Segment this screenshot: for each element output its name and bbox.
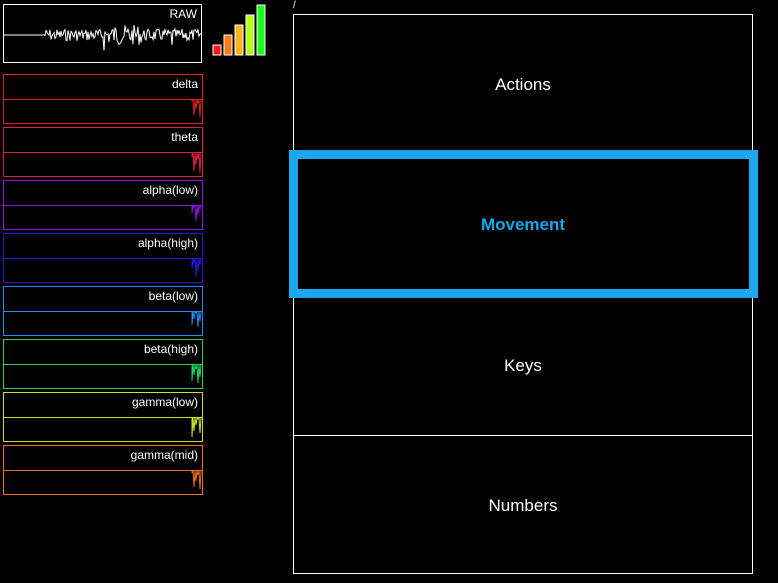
signal-bar: [234, 24, 244, 56]
band-label: delta: [171, 77, 198, 91]
menu-item-keys[interactable]: Keys: [294, 295, 752, 436]
band-waveform: [191, 470, 202, 490]
menu-item-movement[interactable]: Movement: [294, 155, 752, 295]
band-waveform: [191, 364, 202, 384]
band-waveform: [191, 417, 202, 438]
signal-bar: [245, 14, 255, 56]
band-panel-delta: delta: [3, 74, 203, 124]
band-panel-alpha-low: alpha(low): [3, 180, 203, 230]
band-label: beta(low): [148, 289, 198, 303]
band-waveform: [191, 205, 202, 222]
band-panel-gamma-low: gamma(low): [3, 392, 203, 442]
band-waveform: [191, 311, 202, 328]
band-label: alpha(low): [142, 183, 198, 197]
band-label: alpha(high): [137, 236, 198, 250]
raw-signal-panel: RAW: [3, 4, 202, 63]
command-menu: Actions Movement Keys Numbers: [293, 14, 753, 574]
band-waveform: [191, 258, 202, 278]
signal-strength-meter: [212, 4, 268, 56]
menu-item-actions[interactable]: Actions: [294, 15, 752, 155]
raw-waveform: [4, 25, 202, 51]
band-panel-theta: theta: [3, 127, 203, 177]
menu-item-numbers[interactable]: Numbers: [294, 435, 752, 576]
band-waveform: [191, 152, 202, 174]
band-label: theta: [171, 130, 198, 144]
band-waveform: [191, 99, 202, 118]
band-panel-alpha-high: alpha(high): [3, 233, 203, 283]
band-label: gamma(low): [131, 395, 198, 409]
band-panel-beta-low: beta(low): [3, 286, 203, 336]
band-label: gamma(mid): [130, 448, 198, 462]
signal-bar: [212, 44, 222, 56]
signal-bar: [256, 4, 266, 56]
breadcrumb: /: [293, 0, 296, 11]
band-panel-gamma-mid: gamma(mid): [3, 445, 203, 495]
band-label: beta(high): [143, 342, 198, 356]
signal-bar: [223, 34, 233, 56]
band-panel-beta-high: beta(high): [3, 339, 203, 389]
